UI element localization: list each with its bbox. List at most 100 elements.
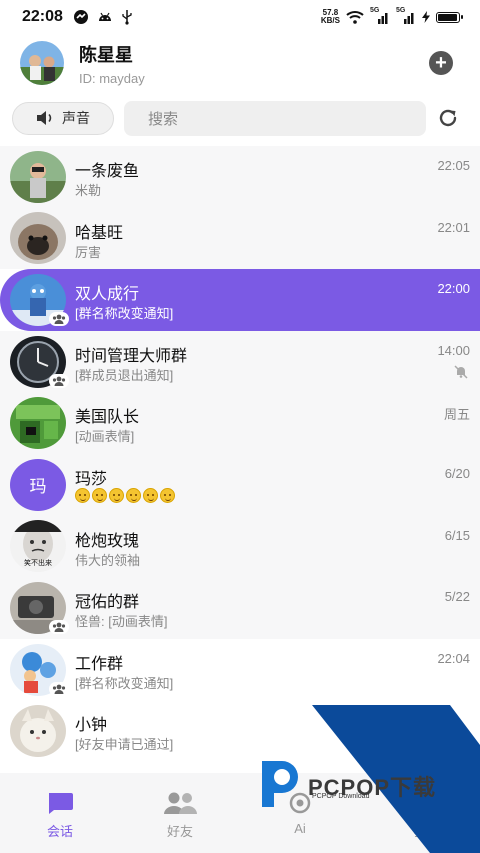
conversation-time: 22:01 [437, 219, 470, 235]
conversation-row[interactable]: 工作群 [群名称改变通知] 22:04 [0, 639, 480, 701]
conversation-row[interactable]: 笑不出来 枪炮玫瑰 伟大的领袖 6/15 [0, 515, 480, 578]
avatar [10, 643, 69, 696]
group-icon [49, 311, 69, 326]
plus-icon: + [435, 52, 447, 74]
chat-icon [49, 793, 73, 814]
conversation-preview: 米勒 [75, 183, 102, 198]
profile-info: 陈星星 ID: mayday [79, 41, 145, 86]
conversation-title: 双人成行 [75, 286, 140, 304]
wifi-icon [346, 11, 364, 24]
avatar [10, 335, 69, 388]
conversation-row[interactable]: 美国队长 [动画表情] 周五 [0, 392, 480, 454]
avatar [10, 273, 69, 326]
toolbar: 声音 搜索 [12, 100, 466, 136]
watermark-p-icon [262, 761, 298, 807]
conversation-preview: [好友申请已通过] [75, 737, 174, 753]
status-bar: 22:08 57.8 KB/S 5G 5G [0, 0, 480, 34]
friends-icon [164, 792, 197, 814]
conversation-row[interactable]: 冠佑的群 怪兽: [动画表情] 5/22 [0, 577, 480, 639]
conversation-title: 一条废鱼 [75, 163, 140, 180]
emoji-icon [126, 487, 141, 503]
conversation-time: 22:00 [437, 281, 470, 297]
avatar [10, 212, 66, 265]
avatar: 笑不出来 [10, 520, 66, 573]
conversation-title: 枪炮玫瑰 [75, 532, 140, 550]
profile-id: ID: mayday [79, 70, 145, 86]
charging-icon [422, 11, 430, 23]
emoji-icon [92, 487, 107, 503]
tab-chat[interactable]: 会话 [0, 773, 120, 853]
conversation-time: 14:00 [437, 342, 470, 358]
letter-avatar: 玛 [10, 458, 66, 511]
net-speed: 57.8 KB/S [321, 9, 340, 25]
group-icon [49, 681, 69, 696]
tab-chat-label: 会话 [46, 824, 73, 839]
emoji-icon [143, 487, 158, 503]
avatar [10, 397, 66, 450]
search-placeholder: 搜索 [148, 110, 179, 128]
avatar [10, 705, 66, 758]
conversation-row[interactable]: 时间管理大师群 [群成员退出通知] 14:00 [0, 330, 480, 393]
emoji-icon [109, 487, 124, 503]
conversation-preview: [群成员退出通知] [75, 367, 174, 383]
group-icon [49, 373, 69, 388]
conversation-preview: 厉害 [75, 244, 102, 260]
sound-button[interactable]: 声音 [12, 101, 114, 135]
avatar [10, 581, 69, 634]
emoji-icon [75, 487, 90, 503]
mute-icon [454, 365, 468, 379]
signal-2: 5G [396, 7, 416, 24]
conversation-preview: 伟大的领袖 [75, 552, 141, 568]
watermark-sub: PCPOP Download [312, 793, 370, 800]
messenger-icon [73, 10, 88, 24]
notification-icons [73, 9, 133, 25]
conversation-time: 22:05 [437, 158, 470, 173]
conversation-preview: 怪兽: [动画表情] [75, 614, 168, 630]
emoji-preview [75, 487, 175, 503]
android-icon [98, 12, 111, 21]
tab-friends-label: 好友 [166, 824, 193, 839]
conversation-list: 一条废鱼 米勒 22:05 哈基旺 厉害 22:01 双人成行 [群名称改变通知… [0, 146, 480, 762]
avatar [10, 150, 66, 203]
conversation-time: 6/20 [444, 465, 470, 481]
conversation-preview: [群名称改变通知] [75, 675, 174, 691]
conversation-row[interactable]: 一条废鱼 米勒 22:05 [0, 146, 480, 208]
conversation-row[interactable]: 小钟 [好友申请已通过] [0, 700, 480, 762]
conversation-title: 时间管理大师群 [75, 347, 188, 365]
signal-1: 5G [370, 7, 390, 24]
conversation-title: 冠佑的群 [75, 594, 140, 612]
add-button[interactable]: + [429, 51, 453, 75]
speaker-icon [37, 111, 52, 125]
tab-friends[interactable]: 好友 [120, 773, 240, 853]
usb-icon [122, 10, 132, 25]
profile-header: 陈星星 ID: mayday + [20, 40, 460, 86]
search-input[interactable]: 搜索 [124, 100, 426, 136]
status-time: 22:08 [22, 8, 63, 25]
conversation-row[interactable]: 玛 玛莎 6/20 [0, 453, 480, 516]
battery-fill [438, 13, 457, 21]
conversation-row[interactable]: 哈基旺 厉害 22:01 [0, 207, 480, 270]
conversation-time: 6/15 [444, 527, 470, 543]
group-icon [49, 619, 69, 634]
conversation-title: 小钟 [75, 717, 108, 735]
avatar: 玛 [10, 458, 66, 511]
avatar-caption: 笑不出来 [24, 560, 52, 568]
conversation-preview: [动画表情] [75, 429, 135, 445]
conversation-row-selected[interactable]: 双人成行 [群名称改变通知] 22:00 [0, 269, 480, 331]
refresh-button[interactable] [436, 106, 460, 130]
conversation-time: 周五 [443, 407, 470, 423]
conversation-preview: [群名称改变通知] [75, 306, 174, 322]
net-speed-unit: KB/S [320, 16, 340, 25]
refresh-icon [439, 109, 457, 127]
status-right: 57.8 KB/S 5G 5G [321, 7, 463, 25]
tab-ai-label: Ai [294, 821, 306, 836]
signal-2-icon [404, 13, 414, 24]
signal-1-icon [378, 13, 388, 24]
sound-label: 声音 [62, 110, 90, 126]
conversation-title: 玛莎 [75, 470, 108, 488]
conversation-title: 哈基旺 [75, 224, 124, 242]
conversation-title: 美国队长 [75, 409, 140, 427]
conversation-time: 5/22 [444, 589, 470, 605]
profile-avatar[interactable] [20, 41, 64, 85]
profile-name: 陈星星 [79, 44, 133, 65]
